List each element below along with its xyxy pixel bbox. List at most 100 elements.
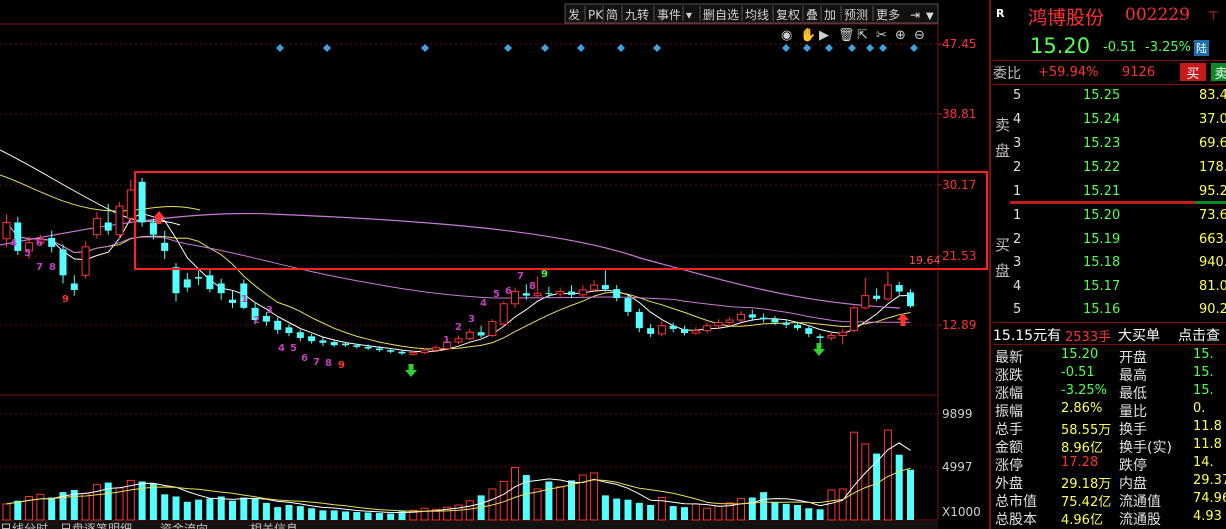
candle[interactable] — [511, 287, 519, 308]
bid-level-row[interactable]: 1 15.20 73.6 — [993, 206, 1226, 226]
ask-level-row[interactable]: 5 15.25 83.4 — [993, 86, 1226, 106]
event-marker-icon[interactable] — [653, 44, 661, 52]
candle[interactable] — [420, 348, 429, 355]
candle[interactable] — [465, 328, 474, 341]
candle[interactable] — [748, 309, 756, 321]
play-icon[interactable]: ▶ — [819, 28, 829, 43]
candle[interactable] — [499, 301, 508, 326]
collapse-panel-icon[interactable]: ⇥ — [910, 8, 920, 22]
candle[interactable] — [850, 305, 858, 333]
zoom-in-icon[interactable]: ⊕ — [895, 28, 906, 43]
candle[interactable] — [183, 272, 191, 292]
candle[interactable] — [681, 325, 688, 336]
candle[interactable] — [195, 270, 203, 286]
toolbar-button-10[interactable]: 加 — [824, 8, 836, 22]
toolbar-button-6[interactable]: 删自选 — [703, 8, 739, 22]
ask-level-row[interactable]: 1 15.21 95.2 — [993, 182, 1226, 202]
toolbar-button-5[interactable]: ▾ — [686, 8, 692, 22]
bid-level-row[interactable]: 5 15.16 90.2 — [993, 300, 1226, 320]
toolbar-button-8[interactable]: 复权 — [776, 8, 800, 22]
toolbar-button-7[interactable]: 均线 — [745, 8, 769, 22]
candle[interactable] — [274, 317, 282, 334]
event-marker-icon[interactable] — [504, 44, 512, 52]
candle[interactable] — [477, 325, 485, 338]
candle[interactable] — [714, 319, 723, 329]
candle[interactable] — [703, 322, 712, 334]
candle[interactable] — [556, 287, 565, 298]
dropdown-arrow-icon[interactable]: ▼ — [926, 11, 934, 22]
candle[interactable] — [285, 324, 293, 337]
bottom-tab-3[interactable]: 相关信息 — [250, 521, 298, 529]
candle[interactable] — [2, 214, 11, 247]
candle[interactable] — [330, 340, 338, 347]
candle[interactable] — [59, 244, 67, 284]
buy-button[interactable]: 买 — [1180, 63, 1206, 82]
candle[interactable] — [873, 288, 881, 302]
bottom-tab-1[interactable]: 日盘逐笔明细 — [60, 521, 132, 529]
candle[interactable] — [624, 294, 632, 316]
candle[interactable] — [296, 329, 304, 342]
sell-button[interactable]: 卖 — [1211, 63, 1226, 82]
candle[interactable] — [838, 328, 847, 345]
ask-level-row[interactable]: 4 15.24 37.0 — [993, 110, 1226, 130]
ask-level-row[interactable]: 2 15.22 178.8 — [993, 158, 1226, 178]
bottom-tab-0[interactable]: 日线分时 — [0, 522, 48, 529]
candle[interactable] — [760, 313, 768, 323]
event-marker-icon[interactable] — [421, 44, 429, 52]
event-marker-icon[interactable] — [866, 44, 874, 52]
candle[interactable] — [70, 275, 78, 296]
event-marker-icon[interactable] — [577, 44, 585, 52]
candle[interactable] — [590, 280, 599, 292]
candle[interactable] — [613, 285, 621, 302]
event-marker-icon[interactable] — [879, 44, 887, 52]
candle[interactable] — [647, 324, 655, 338]
bid-level-row[interactable]: 2 15.19 663.0 — [993, 230, 1226, 250]
bottom-tab-2[interactable]: 资金流向 — [160, 521, 208, 529]
candle[interactable] — [217, 278, 225, 300]
hand-icon[interactable]: ✋ — [800, 27, 816, 43]
bid-level-row[interactable]: 4 15.17 81.0 — [993, 277, 1226, 297]
candle[interactable] — [568, 285, 575, 299]
candle[interactable] — [161, 230, 169, 260]
candle[interactable] — [895, 281, 903, 295]
candle[interactable] — [308, 333, 316, 344]
event-marker-icon[interactable] — [803, 44, 811, 52]
eye-icon[interactable]: ◉ — [781, 28, 792, 43]
bid-level-row[interactable]: 3 15.18 940.7 — [993, 253, 1226, 273]
candle[interactable] — [488, 319, 497, 338]
toolbar-button-2[interactable]: 简 — [606, 8, 618, 22]
event-marker-icon[interactable] — [910, 44, 918, 52]
candle[interactable] — [635, 308, 643, 333]
event-marker-icon[interactable] — [276, 44, 284, 52]
candle[interactable] — [14, 216, 22, 255]
toolbar-button-0[interactable]: 发 — [568, 7, 580, 22]
candle[interactable] — [883, 271, 892, 301]
candle[interactable] — [827, 332, 836, 341]
candle[interactable] — [81, 241, 90, 279]
cursor-icon[interactable]: ⇱ — [857, 28, 868, 43]
candle[interactable] — [126, 179, 135, 223]
candle[interactable] — [657, 320, 666, 337]
candle[interactable] — [907, 289, 914, 308]
event-marker-icon[interactable] — [541, 44, 549, 52]
toolbar-button-11[interactable]: 预测 — [844, 8, 868, 22]
toolbar-button-12[interactable]: 更多 — [876, 8, 900, 22]
candle[interactable] — [578, 285, 587, 298]
candle[interactable] — [229, 290, 236, 308]
candle[interactable] — [92, 211, 101, 239]
event-marker-icon[interactable] — [617, 44, 625, 52]
candle[interactable] — [48, 230, 56, 253]
pin-icon[interactable]: ⊤ — [1208, 9, 1218, 23]
toolbar-button-1[interactable]: PK — [588, 8, 604, 22]
candle[interactable] — [115, 202, 124, 239]
candle[interactable] — [454, 335, 463, 345]
ask-level-row[interactable]: 3 15.23 69.6 — [993, 134, 1226, 154]
toolbar-button-9[interactable]: 叠 — [806, 8, 818, 22]
scissors-icon[interactable]: ✂ — [876, 28, 887, 43]
toolbar-button-4[interactable]: 事件 — [657, 8, 681, 22]
toolbar-button-3[interactable]: 九转 — [625, 7, 649, 22]
candle[interactable] — [601, 270, 609, 292]
candle[interactable] — [206, 268, 214, 293]
event-marker-icon[interactable] — [848, 44, 856, 52]
candle[interactable] — [861, 277, 870, 310]
